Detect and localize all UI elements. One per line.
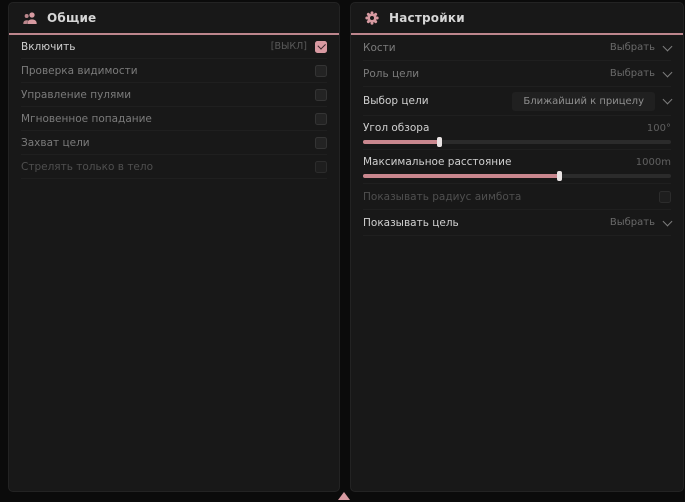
panel-general: Общие Включить [ВЫКЛ] Проверка видимости… — [8, 2, 340, 492]
target-select-dropdown[interactable]: Ближайший к прицелу — [512, 92, 671, 111]
dropdown-value: Выбрать — [610, 217, 655, 228]
toggle-label: Управление пулями — [21, 89, 131, 101]
setting-label: Максимальное расстояние — [363, 156, 511, 168]
max-distance-slider[interactable] — [363, 174, 671, 178]
bones-dropdown[interactable]: Выбрать — [610, 42, 671, 53]
toggle-row-body-only[interactable]: Стрелять только в тело — [21, 155, 327, 179]
chevron-down-icon — [663, 95, 673, 105]
setting-label: Выбор цели — [363, 95, 429, 107]
panel-settings-title: Настройки — [389, 11, 465, 25]
show-aimbot-radius-checkbox[interactable] — [659, 191, 671, 203]
chevron-down-icon — [663, 216, 673, 226]
dropdown-row-bones[interactable]: Кости Выбрать — [363, 35, 671, 61]
dropdown-row-target-role[interactable]: Роль цели Выбрать — [363, 61, 671, 87]
visibility-check-checkbox[interactable] — [315, 65, 327, 77]
target-role-dropdown[interactable]: Выбрать — [610, 68, 671, 79]
toggle-label: Включить — [21, 41, 75, 53]
fov-slider[interactable] — [363, 140, 671, 144]
setting-label: Показывать цель — [363, 217, 459, 229]
panel-general-title: Общие — [47, 11, 96, 25]
toggle-row-show-aimbot-radius[interactable]: Показывать радиус аимбота — [363, 184, 671, 210]
dropdown-row-target-select[interactable]: Выбор цели Ближайший к прицелу — [363, 87, 671, 116]
slider-row-fov: Угол обзора 100° — [363, 116, 671, 150]
chevron-down-icon — [663, 41, 673, 51]
panel-settings: Настройки Кости Выбрать Роль цели Выбрат… — [350, 2, 684, 492]
slider-handle[interactable] — [437, 137, 442, 147]
dropdown-value: Выбрать — [610, 68, 655, 79]
setting-label: Роль цели — [363, 68, 419, 80]
slider-value: 1000m — [636, 157, 671, 168]
slider-row-max-distance: Максимальное расстояние 1000m — [363, 150, 671, 184]
users-icon — [22, 10, 38, 26]
slider-fill — [363, 174, 560, 178]
keybind-hint: [ВЫКЛ] — [271, 41, 307, 52]
panel-settings-rows: Кости Выбрать Роль цели Выбрать Выбор це… — [351, 35, 683, 236]
scroll-up-indicator[interactable] — [338, 492, 350, 500]
instant-hit-checkbox[interactable] — [315, 113, 327, 125]
slider-handle[interactable] — [557, 171, 562, 181]
mod-menu-screen: Общие Включить [ВЫКЛ] Проверка видимости… — [0, 0, 685, 502]
show-target-dropdown[interactable]: Выбрать — [610, 217, 671, 228]
toggle-label: Стрелять только в тело — [21, 161, 153, 173]
dropdown-row-show-target[interactable]: Показывать цель Выбрать — [363, 210, 671, 236]
toggle-row-instant-hit[interactable]: Мгновенное попадание — [21, 107, 327, 131]
dropdown-value: Ближайший к прицелу — [512, 92, 655, 111]
slider-value: 100° — [647, 123, 671, 134]
setting-label: Угол обзора — [363, 122, 429, 134]
panel-general-header: Общие — [9, 3, 339, 33]
toggle-label: Мгновенное попадание — [21, 113, 152, 125]
panel-general-rows: Включить [ВЫКЛ] Проверка видимости Управ… — [9, 35, 339, 179]
slider-fill — [363, 140, 440, 144]
check-icon — [317, 41, 325, 49]
toggle-row-visibility-check[interactable]: Проверка видимости — [21, 59, 327, 83]
chevron-down-icon — [663, 67, 673, 77]
panel-settings-header: Настройки — [351, 3, 683, 33]
toggle-row-enable[interactable]: Включить [ВЫКЛ] — [21, 35, 327, 59]
gear-icon — [364, 10, 380, 26]
dropdown-value: Выбрать — [610, 42, 655, 53]
enable-checkbox[interactable] — [315, 41, 327, 53]
toggle-row-target-lock[interactable]: Захват цели — [21, 131, 327, 155]
setting-label: Кости — [363, 42, 396, 54]
bullet-control-checkbox[interactable] — [315, 89, 327, 101]
toggle-label: Проверка видимости — [21, 65, 138, 77]
body-only-checkbox[interactable] — [315, 161, 327, 173]
setting-label: Показывать радиус аимбота — [363, 191, 521, 203]
toggle-label: Захват цели — [21, 137, 90, 149]
target-lock-checkbox[interactable] — [315, 137, 327, 149]
toggle-row-bullet-control[interactable]: Управление пулями — [21, 83, 327, 107]
